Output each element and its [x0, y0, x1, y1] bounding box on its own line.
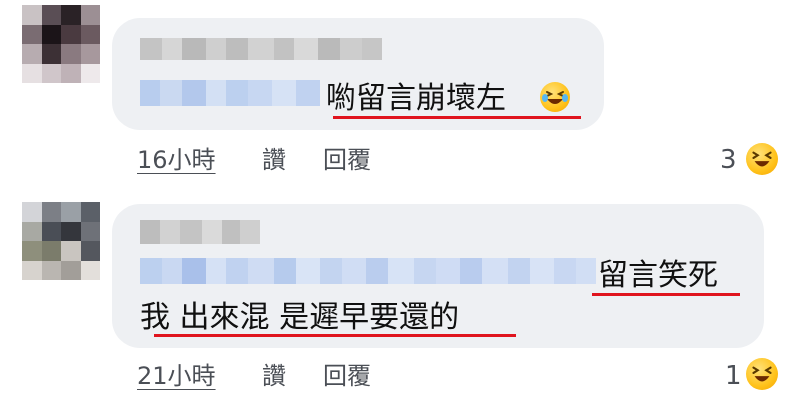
- laughing-face-icon[interactable]: [746, 358, 778, 390]
- mention-blurred[interactable]: [140, 80, 320, 106]
- red-underline: [333, 116, 581, 119]
- comment-text: 留言笑死: [598, 258, 718, 293]
- avatar[interactable]: [22, 5, 100, 83]
- like-button[interactable]: 讚: [262, 362, 286, 390]
- comment-timestamp[interactable]: 16小時: [137, 146, 216, 174]
- comment-text: 我 出來混 是遲早要還的: [140, 300, 460, 335]
- author-name-blurred[interactable]: [140, 38, 382, 60]
- mention-blurred[interactable]: [140, 258, 596, 284]
- reply-button[interactable]: 回覆: [323, 362, 371, 390]
- red-underline: [154, 334, 516, 337]
- reply-button[interactable]: 回覆: [323, 146, 371, 174]
- comment-thread: 喲留言崩壞左 16小時 讚 回覆 3 留言笑死 我 出來混 是遲早要還的 21小…: [0, 0, 800, 403]
- reaction-count[interactable]: 3: [720, 146, 737, 174]
- comment-timestamp[interactable]: 21小時: [137, 362, 216, 390]
- laughing-face-icon: [540, 82, 570, 112]
- avatar[interactable]: [22, 202, 100, 280]
- red-underline: [592, 293, 740, 296]
- laughing-face-icon[interactable]: [746, 143, 778, 175]
- like-button[interactable]: 讚: [262, 146, 286, 174]
- reaction-count[interactable]: 1: [725, 362, 742, 390]
- author-name-blurred[interactable]: [140, 220, 260, 244]
- comment-text: 喲留言崩壞左: [326, 81, 506, 116]
